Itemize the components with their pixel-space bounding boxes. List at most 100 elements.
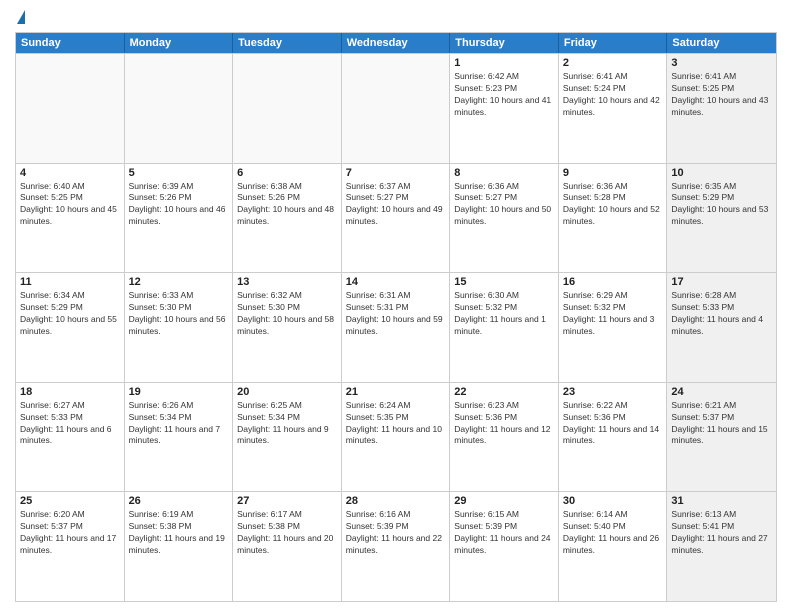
logo xyxy=(15,10,25,26)
calendar-cell: 25 Sunrise: 6:20 AMSunset: 5:37 PMDayligh… xyxy=(16,492,125,601)
day-info: Sunrise: 6:33 AMSunset: 5:30 PMDaylight:… xyxy=(129,290,229,338)
day-info: Sunrise: 6:19 AMSunset: 5:38 PMDaylight:… xyxy=(129,509,229,557)
calendar-cell: 4 Sunrise: 6:40 AMSunset: 5:25 PMDaylight… xyxy=(16,164,125,273)
day-number: 30 xyxy=(563,495,663,507)
day-number: 19 xyxy=(129,386,229,398)
day-number: 2 xyxy=(563,57,663,69)
day-number: 23 xyxy=(563,386,663,398)
day-info: Sunrise: 6:16 AMSunset: 5:39 PMDaylight:… xyxy=(346,509,446,557)
day-number: 6 xyxy=(237,167,337,179)
calendar-cell xyxy=(342,54,451,163)
calendar-cell xyxy=(125,54,234,163)
day-number: 20 xyxy=(237,386,337,398)
calendar-header: SundayMondayTuesdayWednesdayThursdayFrid… xyxy=(16,33,776,53)
day-info: Sunrise: 6:15 AMSunset: 5:39 PMDaylight:… xyxy=(454,509,554,557)
day-number: 22 xyxy=(454,386,554,398)
calendar-cell: 29 Sunrise: 6:15 AMSunset: 5:39 PMDayligh… xyxy=(450,492,559,601)
day-number: 10 xyxy=(671,167,772,179)
day-info: Sunrise: 6:22 AMSunset: 5:36 PMDaylight:… xyxy=(563,400,663,448)
calendar: SundayMondayTuesdayWednesdayThursdayFrid… xyxy=(15,32,777,602)
calendar-cell: 5 Sunrise: 6:39 AMSunset: 5:26 PMDaylight… xyxy=(125,164,234,273)
calendar-cell: 26 Sunrise: 6:19 AMSunset: 5:38 PMDayligh… xyxy=(125,492,234,601)
calendar-cell: 24 Sunrise: 6:21 AMSunset: 5:37 PMDayligh… xyxy=(667,383,776,492)
calendar-cell: 23 Sunrise: 6:22 AMSunset: 5:36 PMDayligh… xyxy=(559,383,668,492)
day-number: 28 xyxy=(346,495,446,507)
day-info: Sunrise: 6:17 AMSunset: 5:38 PMDaylight:… xyxy=(237,509,337,557)
day-info: Sunrise: 6:30 AMSunset: 5:32 PMDaylight:… xyxy=(454,290,554,338)
calendar-cell xyxy=(16,54,125,163)
calendar-cell: 31 Sunrise: 6:13 AMSunset: 5:41 PMDayligh… xyxy=(667,492,776,601)
day-info: Sunrise: 6:35 AMSunset: 5:29 PMDaylight:… xyxy=(671,181,772,229)
calendar-cell: 8Sunrise: 6:36 AMSunset: 5:27 PMDaylight… xyxy=(450,164,559,273)
calendar-cell: 15Sunrise: 6:30 AMSunset: 5:32 PMDayligh… xyxy=(450,273,559,382)
day-number: 24 xyxy=(671,386,772,398)
day-number: 14 xyxy=(346,276,446,288)
day-number: 21 xyxy=(346,386,446,398)
calendar-cell: 11Sunrise: 6:34 AMSunset: 5:29 PMDayligh… xyxy=(16,273,125,382)
day-info: Sunrise: 6:36 AMSunset: 5:27 PMDaylight:… xyxy=(454,181,554,229)
day-number: 7 xyxy=(346,167,446,179)
calendar-row: 11Sunrise: 6:34 AMSunset: 5:29 PMDayligh… xyxy=(16,272,776,382)
calendar-cell: 13 Sunrise: 6:32 AMSunset: 5:30 PMDayligh… xyxy=(233,273,342,382)
day-info: Sunrise: 6:27 AMSunset: 5:33 PMDaylight:… xyxy=(20,400,120,448)
day-number: 5 xyxy=(129,167,229,179)
calendar-row: 4 Sunrise: 6:40 AMSunset: 5:25 PMDaylight… xyxy=(16,163,776,273)
day-number: 9 xyxy=(563,167,663,179)
weekday-header: Monday xyxy=(125,33,234,53)
day-number: 31 xyxy=(671,495,772,507)
calendar-cell: 28 Sunrise: 6:16 AMSunset: 5:39 PMDayligh… xyxy=(342,492,451,601)
calendar-cell: 1 Sunrise: 6:42 AMSunset: 5:23 PMDaylight… xyxy=(450,54,559,163)
day-info: Sunrise: 6:24 AMSunset: 5:35 PMDaylight:… xyxy=(346,400,446,448)
day-info: Sunrise: 6:41 AMSunset: 5:25 PMDaylight:… xyxy=(671,71,772,119)
day-number: 1 xyxy=(454,57,554,69)
calendar-body: 1 Sunrise: 6:42 AMSunset: 5:23 PMDaylight… xyxy=(16,53,776,601)
calendar-cell: 20 Sunrise: 6:25 AMSunset: 5:34 PMDayligh… xyxy=(233,383,342,492)
calendar-cell: 9 Sunrise: 6:36 AMSunset: 5:28 PMDaylight… xyxy=(559,164,668,273)
calendar-cell: 16Sunrise: 6:29 AMSunset: 5:32 PMDayligh… xyxy=(559,273,668,382)
day-info: Sunrise: 6:20 AMSunset: 5:37 PMDaylight:… xyxy=(20,509,120,557)
day-number: 26 xyxy=(129,495,229,507)
day-number: 3 xyxy=(671,57,772,69)
calendar-cell: 2 Sunrise: 6:41 AMSunset: 5:24 PMDaylight… xyxy=(559,54,668,163)
calendar-row: 18 Sunrise: 6:27 AMSunset: 5:33 PMDayligh… xyxy=(16,382,776,492)
weekday-header: Saturday xyxy=(667,33,776,53)
calendar-cell xyxy=(233,54,342,163)
calendar-cell: 21 Sunrise: 6:24 AMSunset: 5:35 PMDayligh… xyxy=(342,383,451,492)
day-number: 4 xyxy=(20,167,120,179)
day-number: 17 xyxy=(671,276,772,288)
day-info: Sunrise: 6:41 AMSunset: 5:24 PMDaylight:… xyxy=(563,71,663,119)
day-info: Sunrise: 6:39 AMSunset: 5:26 PMDaylight:… xyxy=(129,181,229,229)
calendar-cell: 19 Sunrise: 6:26 AMSunset: 5:34 PMDayligh… xyxy=(125,383,234,492)
header xyxy=(15,10,777,26)
day-info: Sunrise: 6:28 AMSunset: 5:33 PMDaylight:… xyxy=(671,290,772,338)
calendar-cell: 27 Sunrise: 6:17 AMSunset: 5:38 PMDayligh… xyxy=(233,492,342,601)
day-number: 25 xyxy=(20,495,120,507)
weekday-header: Tuesday xyxy=(233,33,342,53)
day-number: 29 xyxy=(454,495,554,507)
day-info: Sunrise: 6:36 AMSunset: 5:28 PMDaylight:… xyxy=(563,181,663,229)
day-info: Sunrise: 6:23 AMSunset: 5:36 PMDaylight:… xyxy=(454,400,554,448)
logo-triangle-icon xyxy=(17,10,25,24)
calendar-cell: 12 Sunrise: 6:33 AMSunset: 5:30 PMDayligh… xyxy=(125,273,234,382)
day-number: 27 xyxy=(237,495,337,507)
day-info: Sunrise: 6:25 AMSunset: 5:34 PMDaylight:… xyxy=(237,400,337,448)
calendar-cell: 6Sunrise: 6:38 AMSunset: 5:26 PMDaylight… xyxy=(233,164,342,273)
day-info: Sunrise: 6:42 AMSunset: 5:23 PMDaylight:… xyxy=(454,71,554,119)
day-info: Sunrise: 6:31 AMSunset: 5:31 PMDaylight:… xyxy=(346,290,446,338)
weekday-header: Friday xyxy=(559,33,668,53)
day-info: Sunrise: 6:21 AMSunset: 5:37 PMDaylight:… xyxy=(671,400,772,448)
weekday-header: Wednesday xyxy=(342,33,451,53)
day-info: Sunrise: 6:32 AMSunset: 5:30 PMDaylight:… xyxy=(237,290,337,338)
day-info: Sunrise: 6:13 AMSunset: 5:41 PMDaylight:… xyxy=(671,509,772,557)
weekday-header: Thursday xyxy=(450,33,559,53)
day-number: 13 xyxy=(237,276,337,288)
day-number: 18 xyxy=(20,386,120,398)
day-info: Sunrise: 6:37 AMSunset: 5:27 PMDaylight:… xyxy=(346,181,446,229)
weekday-header: Sunday xyxy=(16,33,125,53)
calendar-cell: 18 Sunrise: 6:27 AMSunset: 5:33 PMDayligh… xyxy=(16,383,125,492)
calendar-cell: 14 Sunrise: 6:31 AMSunset: 5:31 PMDayligh… xyxy=(342,273,451,382)
day-info: Sunrise: 6:26 AMSunset: 5:34 PMDaylight:… xyxy=(129,400,229,448)
calendar-cell: 3 Sunrise: 6:41 AMSunset: 5:25 PMDaylight… xyxy=(667,54,776,163)
day-info: Sunrise: 6:40 AMSunset: 5:25 PMDaylight:… xyxy=(20,181,120,229)
day-number: 12 xyxy=(129,276,229,288)
